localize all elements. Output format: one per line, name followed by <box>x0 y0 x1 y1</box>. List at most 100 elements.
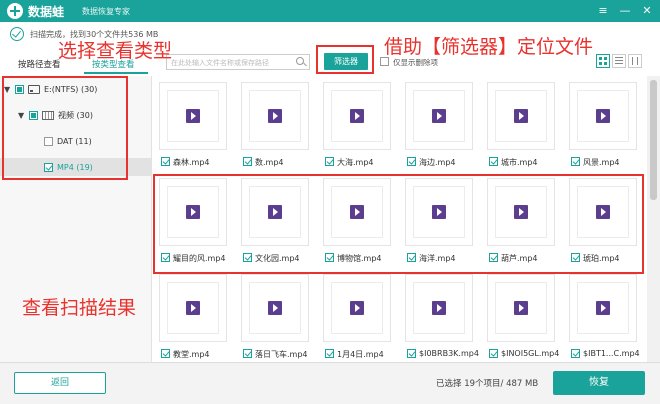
tree-item-dat[interactable]: DAT (11) <box>44 132 150 150</box>
file-card[interactable]: 大海.mp4 <box>321 78 397 172</box>
vertical-scrollbar[interactable] <box>647 76 660 362</box>
file-checkbox[interactable] <box>243 349 252 358</box>
file-card[interactable]: 葫芦.mp4 <box>485 174 561 268</box>
video-file-icon <box>350 205 364 219</box>
file-checkbox[interactable] <box>407 157 416 166</box>
file-card[interactable]: 1月4日.mp4 <box>321 270 397 362</box>
app-logo-icon <box>7 3 23 19</box>
file-checkbox[interactable] <box>243 253 252 262</box>
minimize-icon[interactable]: — <box>616 2 634 20</box>
file-checkbox[interactable] <box>571 253 580 262</box>
file-checkbox[interactable] <box>407 253 416 262</box>
file-card[interactable]: $INOI5GL.mp4 <box>485 270 561 362</box>
tree-item-label: MP4 (19) <box>57 162 93 172</box>
file-thumbnail[interactable] <box>487 82 555 150</box>
video-file-icon <box>350 109 364 123</box>
list-view-button[interactable] <box>612 54 626 68</box>
video-file-icon <box>596 109 610 123</box>
file-thumbnail[interactable] <box>323 82 391 150</box>
file-thumbnail[interactable] <box>405 274 473 342</box>
file-checkbox[interactable] <box>325 253 334 262</box>
tree-checkbox[interactable] <box>15 84 24 94</box>
file-card[interactable]: 海边.mp4 <box>403 78 479 172</box>
file-checkbox[interactable] <box>571 157 580 166</box>
file-thumbnail[interactable] <box>405 178 473 246</box>
filter-button[interactable]: 筛选器 <box>324 53 368 70</box>
file-card[interactable]: $I0BRB3K.mp4 <box>403 270 479 362</box>
file-card[interactable]: 文化园.mp4 <box>239 174 315 268</box>
tab-by-path[interactable]: 按路径查看 <box>18 58 61 70</box>
file-name: 数.mp4 <box>255 158 284 167</box>
file-checkbox[interactable] <box>161 253 170 262</box>
video-file-icon <box>268 109 282 123</box>
detail-view-button[interactable] <box>628 54 642 68</box>
file-checkbox[interactable] <box>325 349 334 358</box>
file-card[interactable]: 琥珀.mp4 <box>567 174 643 268</box>
file-thumbnail[interactable] <box>487 178 555 246</box>
close-icon[interactable]: ✕ <box>638 2 656 20</box>
scroll-thumb[interactable] <box>650 80 657 200</box>
file-thumbnail[interactable] <box>323 178 391 246</box>
tree-item-mp4[interactable]: MP4 (19) <box>0 158 151 176</box>
chevron-down-icon[interactable]: ▼ <box>18 111 26 120</box>
recover-button[interactable]: 恢复 <box>553 371 645 395</box>
menu-icon[interactable]: ≡ <box>594 2 612 20</box>
active-tab-underline <box>84 72 148 74</box>
file-checkbox[interactable] <box>161 157 170 166</box>
tree-item-video[interactable]: ▼ 视频 (30) <box>18 106 150 124</box>
thumbnail-frame <box>495 90 547 142</box>
tree-checkbox[interactable] <box>44 162 53 172</box>
file-thumbnail[interactable] <box>405 82 473 150</box>
tree-checkbox[interactable] <box>29 110 38 120</box>
file-thumbnail[interactable] <box>569 178 637 246</box>
file-card[interactable]: 教堂.mp4 <box>157 270 233 362</box>
thumbnail-frame <box>167 282 219 334</box>
file-thumbnail[interactable] <box>569 82 637 150</box>
file-card[interactable]: 海洋.mp4 <box>403 174 479 268</box>
file-card[interactable]: 耀目的风.mp4 <box>157 174 233 268</box>
file-card[interactable]: 风景.mp4 <box>567 78 643 172</box>
video-folder-icon <box>42 110 54 120</box>
selection-info: 已选择 19个项目/ 487 MB <box>436 379 539 389</box>
file-card[interactable]: 城市.mp4 <box>485 78 561 172</box>
thumbnail-frame <box>249 90 301 142</box>
chevron-down-icon[interactable]: ▼ <box>4 85 12 94</box>
file-card[interactable]: 博物馆.mp4 <box>321 174 397 268</box>
thumbnail-frame <box>167 186 219 238</box>
drive-icon <box>28 84 40 94</box>
file-name: 海边.mp4 <box>419 158 456 167</box>
file-card[interactable]: 数.mp4 <box>239 78 315 172</box>
video-file-icon <box>186 301 200 315</box>
file-checkbox[interactable] <box>489 157 498 166</box>
file-checkbox[interactable] <box>325 157 334 166</box>
tree-item-drive[interactable]: ▼ E:(NTFS) (30) <box>4 80 150 98</box>
file-grid: 森林.mp4 数.mp4 大海.mp4 海边.mp4 城市.mp4 风景.mp4 耀目的风.… <box>153 76 647 362</box>
search-icon[interactable] <box>296 57 304 65</box>
file-thumbnail[interactable] <box>323 274 391 342</box>
file-thumbnail[interactable] <box>241 178 309 246</box>
back-button[interactable]: 返回 <box>14 372 106 394</box>
file-checkbox[interactable] <box>489 349 498 358</box>
file-checkbox[interactable] <box>161 349 170 358</box>
file-thumbnail[interactable] <box>569 274 637 342</box>
file-thumbnail[interactable] <box>159 82 227 150</box>
grid-view-button[interactable] <box>596 54 610 68</box>
file-thumbnail[interactable] <box>159 274 227 342</box>
annotation-text-filter: 借助【筛选器】定位文件 <box>384 36 594 58</box>
file-checkbox[interactable] <box>571 349 580 358</box>
file-thumbnail[interactable] <box>487 274 555 342</box>
file-card[interactable]: $IBT1...C.mp4 <box>567 270 643 362</box>
file-checkbox[interactable] <box>407 349 416 358</box>
file-checkbox[interactable] <box>489 253 498 262</box>
file-thumbnail[interactable] <box>241 82 309 150</box>
tree-checkbox[interactable] <box>44 136 53 146</box>
file-card[interactable]: 森林.mp4 <box>157 78 233 172</box>
file-card[interactable]: 落日飞车.mp4 <box>239 270 315 362</box>
file-checkbox[interactable] <box>243 157 252 166</box>
file-name: 森林.mp4 <box>173 158 210 167</box>
thumbnail-frame <box>495 186 547 238</box>
file-thumbnail[interactable] <box>159 178 227 246</box>
file-name: 耀目的风.mp4 <box>173 254 226 263</box>
search-input[interactable]: 在此处输入文件名称或保存路径 <box>166 54 310 70</box>
file-thumbnail[interactable] <box>241 274 309 342</box>
